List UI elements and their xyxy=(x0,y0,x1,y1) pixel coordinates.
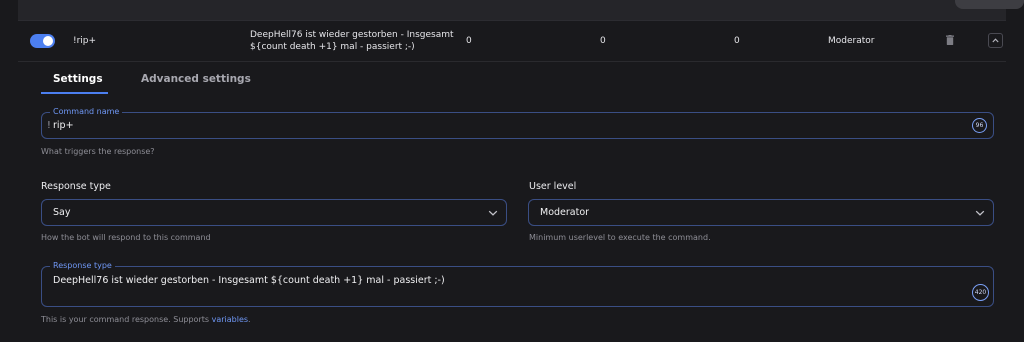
count-1: 0 xyxy=(466,36,472,46)
response-field[interactable]: Response type DeepHell76 ist wieder gest… xyxy=(41,261,994,307)
command-row: !rip+ DeepHell76 ist wieder gestorben - … xyxy=(18,21,1006,62)
command-name-char-counter: 96 xyxy=(972,118,987,133)
chevron-up-icon xyxy=(992,38,999,43)
tab-settings[interactable]: Settings xyxy=(53,73,103,85)
response-label: Response type xyxy=(50,261,115,270)
toggle-knob xyxy=(43,36,53,46)
variables-link[interactable]: variables xyxy=(212,315,248,324)
collapse-button[interactable] xyxy=(988,33,1003,48)
chevron-down-icon xyxy=(975,210,985,216)
command-enabled-toggle[interactable] xyxy=(30,34,55,48)
response-type-hint: How the bot will respond to this command xyxy=(41,233,211,242)
command-name-hint: What triggers the response? xyxy=(41,147,155,156)
row-user-level: Moderator xyxy=(828,36,875,46)
response-type-value: Say xyxy=(53,207,71,218)
user-level-select[interactable]: Moderator xyxy=(528,199,994,226)
command-trigger: !rip+ xyxy=(73,36,97,46)
response-textarea[interactable]: DeepHell76 ist wieder gestorben - Insges… xyxy=(53,275,445,286)
response-type-label: Response type xyxy=(41,181,111,192)
user-level-label: User level xyxy=(529,181,577,192)
count-3: 0 xyxy=(734,36,740,46)
response-hint-text: This is your command response. Supports xyxy=(41,315,212,324)
command-prefix: ! xyxy=(47,120,51,131)
response-hint-suffix: . xyxy=(248,315,251,324)
response-char-counter: 420 xyxy=(972,284,989,301)
response-type-select[interactable]: Say xyxy=(41,199,507,226)
active-tab-indicator xyxy=(41,92,108,94)
count-2: 0 xyxy=(600,36,606,46)
command-name-input[interactable]: rip+ xyxy=(53,120,74,131)
user-level-value: Moderator xyxy=(540,207,590,218)
user-level-hint: Minimum userlevel to execute the command… xyxy=(529,233,711,242)
previous-row-strip xyxy=(18,0,1024,21)
command-response-preview: DeepHell76 ist wieder gestorben - Insges… xyxy=(250,30,454,52)
command-name-label: Command name xyxy=(50,107,123,116)
response-hint: This is your command response. Supports … xyxy=(41,315,251,324)
partial-button[interactable] xyxy=(955,0,1024,9)
command-name-field[interactable]: Command name ! rip+ 96 xyxy=(41,107,994,139)
tab-advanced-settings[interactable]: Advanced settings xyxy=(141,73,251,85)
chevron-down-icon xyxy=(488,210,498,216)
trash-icon[interactable] xyxy=(946,35,954,45)
